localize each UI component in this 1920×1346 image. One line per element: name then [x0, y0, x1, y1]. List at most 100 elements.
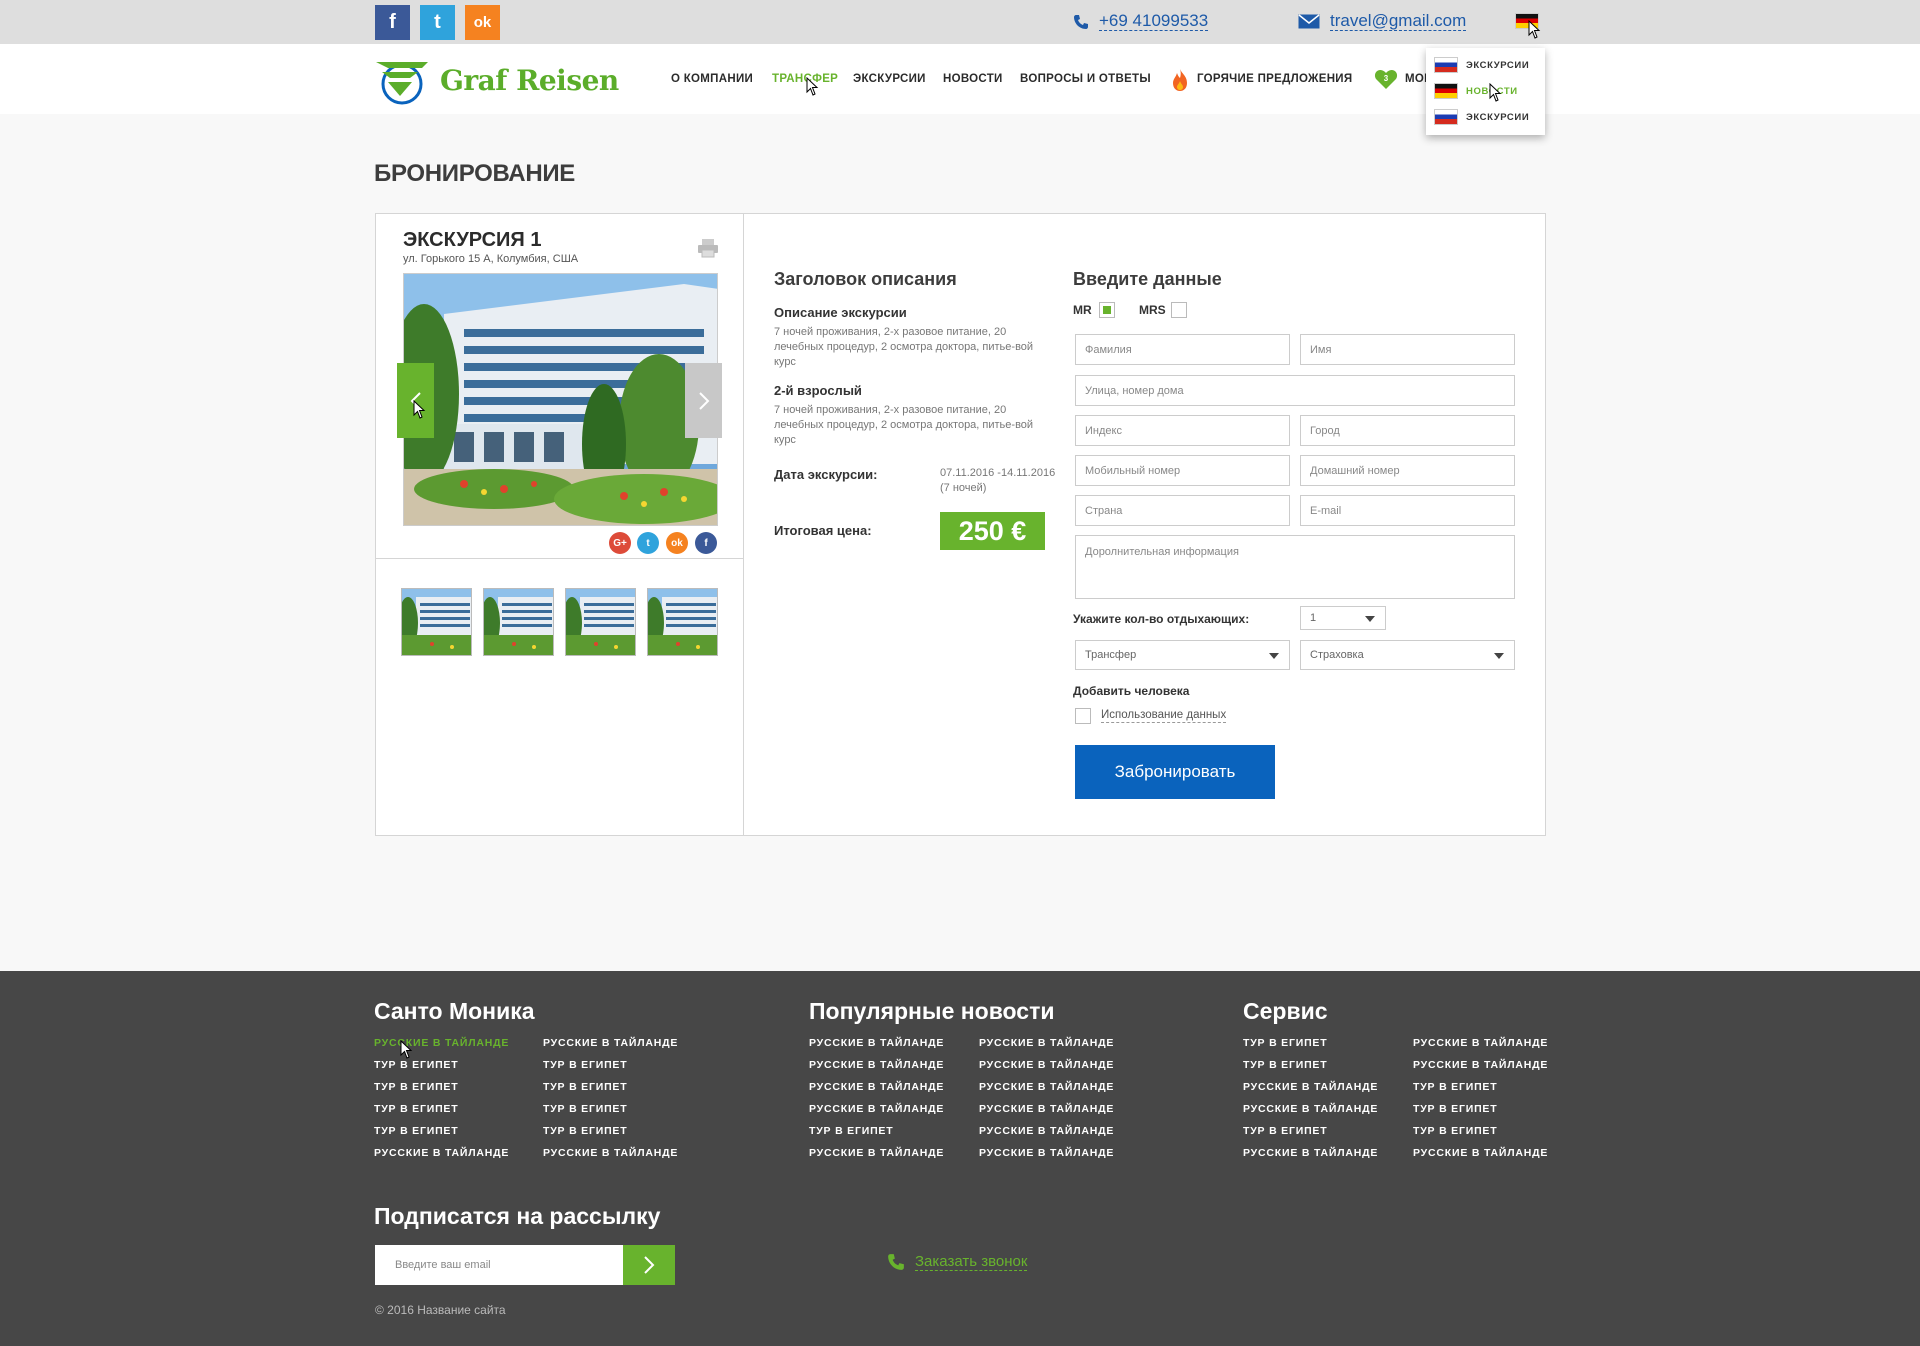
- footer-link[interactable]: ТУР В ЕГИПЕТ: [543, 1125, 627, 1137]
- gallery-thumbnail[interactable]: [401, 588, 472, 656]
- add-person-link[interactable]: Добавить человека: [1073, 684, 1189, 698]
- description-section-title: Описание экскурсии: [774, 305, 907, 320]
- book-button[interactable]: Забронировать: [1075, 745, 1275, 799]
- footer-link[interactable]: ТУР В ЕГИПЕТ: [543, 1081, 627, 1093]
- email-field[interactable]: E-mail: [1300, 495, 1515, 526]
- guests-count-select[interactable]: 1: [1300, 606, 1386, 630]
- footer-link[interactable]: ТУР В ЕГИПЕТ: [1413, 1081, 1497, 1093]
- subscribe-submit-button[interactable]: [623, 1245, 675, 1285]
- footer-link[interactable]: ТУР В ЕГИПЕТ: [543, 1059, 627, 1071]
- germany-flag-icon: [1434, 83, 1458, 99]
- last-name-field[interactable]: Фамилия: [1075, 334, 1290, 365]
- twitter-share-icon[interactable]: t: [637, 532, 659, 554]
- nav-item-hot-offers[interactable]: ГОРЯЧИЕ ПРЕДЛОЖЕНИЯ: [1197, 73, 1352, 85]
- chevron-right-icon: [698, 391, 709, 410]
- logo-text: Graf Reisen: [440, 63, 619, 97]
- nav-item-company[interactable]: О КОМПАНИИ: [671, 73, 753, 85]
- country-field[interactable]: Страна: [1075, 495, 1290, 526]
- footer-link[interactable]: ТУР В ЕГИПЕТ: [374, 1081, 458, 1093]
- phone-link[interactable]: +69 41099533: [1073, 12, 1209, 31]
- subscribe-title: Подписатся на рассылку: [374, 1203, 661, 1229]
- first-name-field[interactable]: Имя: [1300, 334, 1515, 365]
- title-mr-checkbox[interactable]: [1099, 302, 1115, 318]
- gallery-thumbnail[interactable]: [565, 588, 636, 656]
- footer-link[interactable]: РУССКИЕ В ТАЙЛАНДЕ: [809, 1103, 944, 1115]
- footer-link[interactable]: РУССКИЕ В ТАЙЛАНДЕ: [1413, 1037, 1548, 1049]
- footer-link[interactable]: ТУР В ЕГИПЕТ: [1413, 1103, 1497, 1115]
- footer-link[interactable]: ТУР В ЕГИПЕТ: [1413, 1125, 1497, 1137]
- title-mrs-checkbox[interactable]: [1171, 302, 1187, 318]
- home-phone-field[interactable]: Домашний номер: [1300, 455, 1515, 486]
- zip-field[interactable]: Индекс: [1075, 415, 1290, 446]
- odnoklassniki-share-icon[interactable]: ok: [666, 532, 688, 554]
- additional-info-textarea[interactable]: Доролнительная информация: [1075, 535, 1515, 599]
- favorites-count: 3: [1384, 74, 1389, 83]
- nav-item-excursions[interactable]: ЭКСКУРСИИ: [853, 73, 926, 85]
- footer-link[interactable]: ТУР В ЕГИПЕТ: [543, 1103, 627, 1115]
- footer-link[interactable]: ТУР В ЕГИПЕТ: [374, 1103, 458, 1115]
- phone-icon: [1074, 14, 1088, 29]
- gallery-next-button[interactable]: [685, 363, 722, 438]
- footer-column-title: Санто Моника: [374, 998, 535, 1024]
- description-heading: Заголовок описания: [774, 269, 957, 289]
- footer-link[interactable]: РУССКИЕ В ТАЙЛАНДЕ: [1413, 1147, 1548, 1159]
- heart-icon[interactable]: 3: [1374, 68, 1398, 90]
- footer-link[interactable]: ТУР В ЕГИПЕТ: [374, 1125, 458, 1137]
- mobile-phone-field[interactable]: Мобильный номер: [1075, 455, 1290, 486]
- gallery-thumbnail[interactable]: [483, 588, 554, 656]
- description-section-text: 7 ночей проживания, 2-х разовое питание,…: [774, 326, 1034, 368]
- excursion-address: ул. Горького 15 А, Колумбия, США: [403, 253, 579, 265]
- use-data-checkbox[interactable]: [1075, 708, 1091, 724]
- language-option[interactable]: ЭКСКУРСИИ: [1434, 109, 1529, 125]
- footer-link[interactable]: РУССКИЕ В ТАЙЛАНДЕ: [979, 1037, 1114, 1049]
- facebook-share-icon[interactable]: f: [695, 532, 717, 554]
- twitter-icon[interactable]: t: [420, 5, 455, 40]
- chevron-right-icon: [644, 1256, 655, 1274]
- footer-link[interactable]: РУССКИЕ В ТАЙЛАНДЕ: [374, 1037, 509, 1049]
- use-data-label[interactable]: Использование данных: [1101, 708, 1227, 723]
- footer-link[interactable]: РУССКИЕ В ТАЙЛАНДЕ: [809, 1059, 944, 1071]
- footer-link[interactable]: РУССКИЕ В ТАЙЛАНДЕ: [1243, 1081, 1378, 1093]
- footer-link[interactable]: РУССКИЕ В ТАЙЛАНДЕ: [979, 1081, 1114, 1093]
- footer-link[interactable]: РУССКИЕ В ТАЙЛАНДЕ: [809, 1037, 944, 1049]
- gallery-thumbnail[interactable]: [647, 588, 718, 656]
- footer-link[interactable]: ТУР В ЕГИПЕТ: [374, 1059, 458, 1071]
- footer-link[interactable]: РУССКИЕ В ТАЙЛАНДЕ: [1243, 1103, 1378, 1115]
- guests-count-label: Укажите кол-во отдыхающих:: [1073, 612, 1250, 626]
- footer-link[interactable]: РУССКИЕ В ТАЙЛАНДЕ: [1413, 1059, 1548, 1071]
- footer-link[interactable]: РУССКИЕ В ТАЙЛАНДЕ: [1243, 1147, 1378, 1159]
- logo[interactable]: Graf Reisen: [374, 54, 634, 106]
- footer-link[interactable]: РУССКИЕ В ТАЙЛАНДЕ: [543, 1147, 678, 1159]
- mouse-cursor-icon: [806, 77, 819, 96]
- nav-item-faq[interactable]: ВОПРОСЫ И ОТВЕТЫ: [1020, 73, 1151, 85]
- footer-link[interactable]: РУССКИЕ В ТАЙЛАНДЕ: [809, 1147, 944, 1159]
- footer-link[interactable]: РУССКИЕ В ТАЙЛАНДЕ: [374, 1147, 509, 1159]
- footer-link[interactable]: РУССКИЕ В ТАЙЛАНДЕ: [809, 1081, 944, 1093]
- thumbnail-image: [484, 589, 553, 655]
- footer-link[interactable]: РУССКИЕ В ТАЙЛАНДЕ: [979, 1059, 1114, 1071]
- subscribe-email-input[interactable]: Введите ваш email: [375, 1245, 623, 1285]
- footer-link[interactable]: РУССКИЕ В ТАЙЛАНДЕ: [979, 1125, 1114, 1137]
- top-bar: [0, 0, 1920, 44]
- language-option[interactable]: НОВОСТИ: [1434, 83, 1518, 99]
- street-field[interactable]: Улица, номер дома: [1075, 375, 1515, 406]
- callback-link[interactable]: Заказать звонок: [887, 1253, 1028, 1271]
- hotel-photo-image: [404, 274, 717, 525]
- print-icon[interactable]: [697, 237, 719, 259]
- footer-link[interactable]: ТУР В ЕГИПЕТ: [1243, 1059, 1327, 1071]
- footer-link[interactable]: ТУР В ЕГИПЕТ: [809, 1125, 893, 1137]
- footer-link[interactable]: ТУР В ЕГИПЕТ: [1243, 1125, 1327, 1137]
- email-link[interactable]: travel@gmail.com: [1298, 12, 1467, 31]
- transfer-select[interactable]: Трансфер: [1075, 640, 1290, 670]
- language-option[interactable]: ЭКСКУРСИИ: [1434, 57, 1529, 73]
- nav-item-news[interactable]: НОВОСТИ: [943, 73, 1003, 85]
- insurance-select[interactable]: Страховка: [1300, 640, 1515, 670]
- footer-link[interactable]: РУССКИЕ В ТАЙЛАНДЕ: [979, 1103, 1114, 1115]
- city-field[interactable]: Город: [1300, 415, 1515, 446]
- odnoklassniki-icon[interactable]: ok: [465, 5, 500, 40]
- footer-link[interactable]: РУССКИЕ В ТАЙЛАНДЕ: [543, 1037, 678, 1049]
- footer-link[interactable]: ТУР В ЕГИПЕТ: [1243, 1037, 1327, 1049]
- google-plus-share-icon[interactable]: G+: [609, 532, 631, 554]
- footer-link[interactable]: РУССКИЕ В ТАЙЛАНДЕ: [979, 1147, 1114, 1159]
- facebook-icon[interactable]: f: [375, 5, 410, 40]
